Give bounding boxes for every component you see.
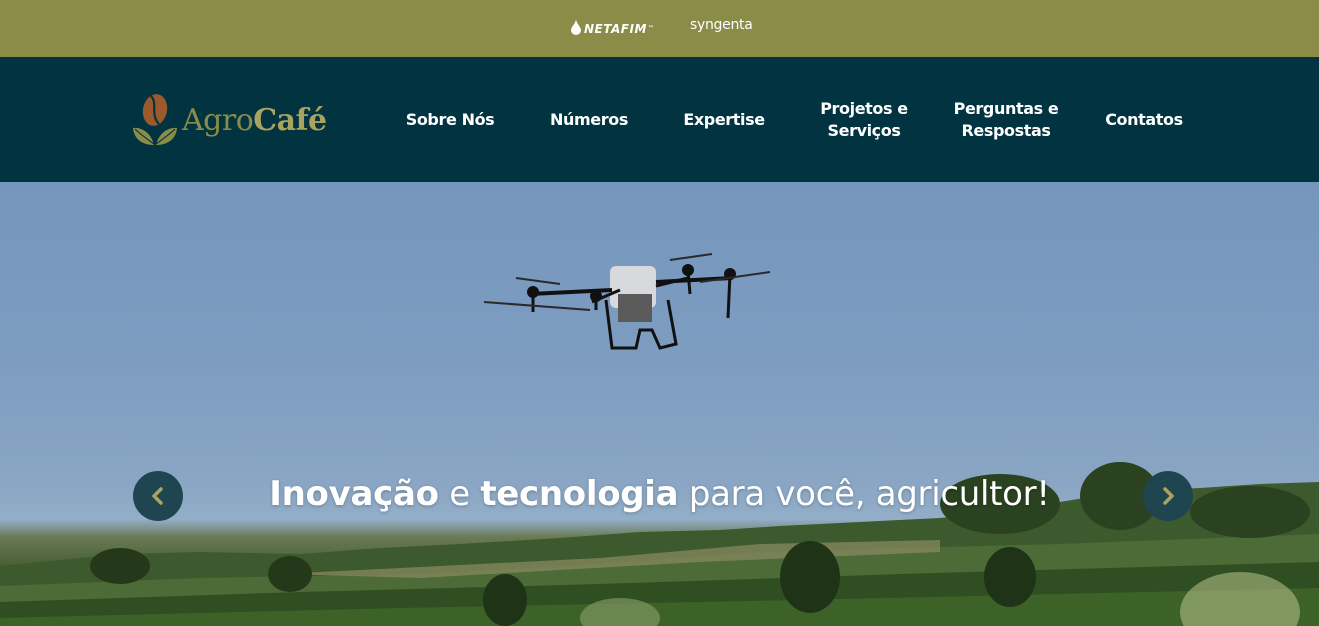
agrocafe-logo[interactable]: AgroCafé [132,93,327,147]
logo-wordmark: AgroCafé [182,103,327,138]
nav-projetos-servicos[interactable]: Projetos e Serviços [812,57,916,182]
nav-numeros[interactable]: Números [544,57,634,182]
water-drop-icon [571,19,581,38]
hero-slider: Inovação e tecnologia para você, agricul… [0,182,1319,626]
chevron-right-icon [1163,487,1174,505]
drone-illustration [483,253,771,350]
hero-caption: Inovação e tecnologia para você, agricul… [0,474,1319,514]
nav-expertise[interactable]: Expertise [678,57,770,182]
sponsor-bar: NETAFIM ™ syngenta [0,0,1319,57]
caption-rest: para você, agricultor! [678,474,1050,514]
caption-e: e [438,474,481,514]
main-navbar: AgroCafé Sobre Nós Números Expertise Pro… [0,57,1319,182]
trademark-mark: ™ [647,25,655,32]
logo-cafe: Café [253,102,327,138]
slider-next-button[interactable] [1143,471,1193,521]
syngenta-text: syngenta [690,16,753,33]
coffee-bean-leaf-icon [133,94,177,145]
netafim-text: NETAFIM [584,21,647,36]
nav-contatos[interactable]: Contatos [1098,57,1190,182]
hero-background-image [0,253,1319,626]
nav-sobre-nos[interactable]: Sobre Nós [400,57,500,182]
syngenta-logo[interactable]: syngenta [690,0,753,53]
caption-tecnologia: tecnologia [480,474,679,514]
slider-prev-button[interactable] [133,471,183,521]
logo-agro: Agro [182,102,254,138]
nav-perguntas-respostas[interactable]: Perguntas e Respostas [946,57,1066,182]
netafim-logo[interactable]: NETAFIM ™ [571,0,654,57]
chevron-left-icon [152,487,163,505]
caption-inovacao: Inovação [269,474,439,514]
